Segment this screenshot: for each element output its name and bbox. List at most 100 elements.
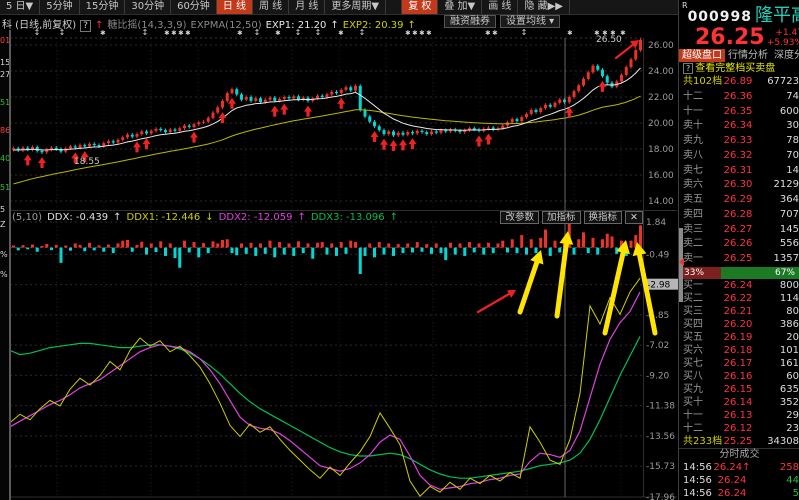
buy-row[interactable]: 买六26.18101 <box>679 344 799 357</box>
sell-row[interactable]: 卖一26.251357 <box>679 252 799 267</box>
left-strip-fragment: 27 <box>0 70 9 79</box>
sell-price: 26.29 <box>719 193 757 208</box>
buy-row[interactable]: 十二26.1223 <box>679 422 799 435</box>
chart-tool-0[interactable]: 复 权 <box>402 0 438 14</box>
sell-price: 26.30 <box>719 178 757 193</box>
buy-label: 买一 <box>683 279 719 292</box>
buy-row[interactable]: 买十26.14352 <box>679 396 799 409</box>
signal-mark-icon: ↕ <box>59 28 66 37</box>
view-all-link[interactable]: 查看完整档买卖盘 <box>695 63 775 74</box>
toolbar2-button-1[interactable]: 设置均线 ▾ <box>500 15 560 28</box>
view-all-row[interactable]: ?查看完整档买卖盘 <box>679 62 799 75</box>
buy-row[interactable]: 买五26.1920 <box>679 331 799 344</box>
buy-volume: 386 <box>757 318 799 331</box>
period-tab-2[interactable]: 15分钟 <box>80 0 126 14</box>
buy-price: 25.25 <box>719 435 757 448</box>
sell-label: 卖三 <box>683 223 719 238</box>
signal-mark-icon: ✱ <box>171 29 176 37</box>
buy-price: 26.17 <box>719 357 757 370</box>
sell-volume: 74 <box>757 90 799 105</box>
chart-tool-1[interactable]: 叠 加▼ <box>438 0 482 14</box>
period-tab-3[interactable]: 30分钟 <box>125 0 171 14</box>
sell-label: 卖一 <box>683 252 719 267</box>
ddx-header-seg-0: (5,10) <box>12 212 42 223</box>
stock-name: 隆平高科 <box>755 5 799 26</box>
sell-row[interactable]: 卖九26.3378 <box>679 134 799 149</box>
price-axis-label: 18.00 <box>648 145 674 155</box>
sell-row[interactable]: 卖七26.3114 <box>679 164 799 179</box>
buy-signal-arrow-icon <box>304 106 312 117</box>
quote-tab-2[interactable]: 深度分析 <box>771 49 799 62</box>
tick-time: 14:56 <box>683 461 713 474</box>
stock-code: 000998 <box>688 9 752 25</box>
help-icon[interactable]: ? <box>683 63 693 74</box>
ddx-button-1[interactable]: 加指标 <box>542 211 581 224</box>
ddx-axis-label: 1.84 <box>646 218 666 228</box>
sell-row[interactable]: 卖六26.302129 <box>679 178 799 193</box>
buy-row[interactable]: 买一26.24800 <box>679 279 799 292</box>
buy-order-book: 买一26.24800买二26.22114买三26.2180买四26.20386买… <box>679 279 799 448</box>
chart-tool-2[interactable]: 画 线 <box>482 0 518 14</box>
tick-time: 14:56 <box>683 487 713 500</box>
sell-row[interactable]: 卖四26.28707 <box>679 208 799 223</box>
app-window: 5 日▼5分钟15分钟30分钟60分钟日 线周 线月 线更多周期▼ 复 权叠 加… <box>0 0 799 500</box>
buy-row[interactable]: 共233档25.2534308 <box>679 435 799 448</box>
period-tab-1[interactable]: 5分钟 <box>40 0 79 14</box>
sell-price: 26.89 <box>719 75 757 90</box>
sell-ratio: 67% <box>721 267 799 279</box>
change-pct: +5.93% <box>767 38 799 48</box>
sell-row[interactable]: 卖五26.29364 <box>679 193 799 208</box>
buy-signal-arrow-icon <box>409 138 417 149</box>
chart-tool-3[interactable]: 隐 藏▶▶ <box>518 0 570 14</box>
ddx-header-seg-6: ↑ <box>297 212 305 223</box>
quote-tab-1[interactable]: 行情分析 <box>725 49 771 62</box>
sell-row[interactable]: 十一26.35600 <box>679 105 799 120</box>
close-icon[interactable]: ✕ <box>625 211 643 224</box>
buy-volume: 29 <box>757 409 799 422</box>
signal-mark-icon: ↕ <box>142 28 149 37</box>
buy-row[interactable]: 买九26.15635 <box>679 383 799 396</box>
sell-row[interactable]: 十二26.3674 <box>679 90 799 105</box>
period-tab-5[interactable]: 日 线 <box>217 0 253 14</box>
buy-price: 26.14 <box>719 396 757 409</box>
buy-signal-arrow-icon <box>24 154 32 165</box>
sell-volume: 600 <box>757 105 799 120</box>
price-axis-label: 26.00 <box>648 41 674 51</box>
buy-row[interactable]: 买四26.20386 <box>679 318 799 331</box>
period-tab-0[interactable]: 5 日▼ <box>0 0 40 14</box>
buy-price: 26.20 <box>719 318 757 331</box>
quote-tab-0[interactable]: 超级盘口 <box>679 49 725 62</box>
buy-price: 26.19 <box>719 331 757 344</box>
ddx-header-seg-1: DDX: -0.439 <box>47 212 108 223</box>
buy-price: 26.24 <box>719 279 757 292</box>
sell-label: 卖二 <box>683 237 719 252</box>
quote-panel: R000998隆平高科 26.25 +1.47 +5.93% 超级盘口行情分析深… <box>678 0 799 500</box>
buy-row[interactable]: 十一26.1329 <box>679 409 799 422</box>
buy-signal-arrow-icon <box>271 106 279 117</box>
ddx-button-0[interactable]: 改参数 <box>500 211 539 224</box>
buy-sell-ratio-bar: 33% 67% <box>679 267 799 279</box>
sell-row[interactable]: 共102档26.8967723 <box>679 75 799 90</box>
buy-row[interactable]: 买二26.22114 <box>679 292 799 305</box>
sell-row[interactable]: 卖十26.3430 <box>679 119 799 134</box>
main-chart[interactable]: ↕↕✱↕✱✱✱✱✱↕✱↕↕✱↕✱✱✱✱✱✱↕✱✱✱✱✱26.0024.0022.… <box>10 28 678 500</box>
sell-row[interactable]: 卖二26.26556 <box>679 237 799 252</box>
sell-row[interactable]: 卖三26.27145 <box>679 223 799 238</box>
period-tab-7[interactable]: 月 线 <box>289 0 325 14</box>
sell-volume: 14 <box>757 164 799 179</box>
buy-volume: 34308 <box>757 435 799 448</box>
buy-row[interactable]: 买三26.2180 <box>679 305 799 318</box>
period-tab-8[interactable]: 更多周期▼ <box>325 0 386 14</box>
buy-row[interactable]: 买七26.17161 <box>679 357 799 370</box>
period-tab-6[interactable]: 周 线 <box>253 0 289 14</box>
sell-label: 十二 <box>683 90 719 105</box>
toolbar: 5 日▼5分钟15分钟30分钟60分钟日 线周 线月 线更多周期▼ 复 权叠 加… <box>0 0 678 15</box>
signal-mark-icon: ✱ <box>567 29 572 37</box>
ddx-button-2[interactable]: 换指标 <box>584 211 623 224</box>
toolbar2-button-0[interactable]: 融资融券 <box>444 15 496 28</box>
sell-row[interactable]: 卖八26.3270 <box>679 149 799 164</box>
buy-label: 买七 <box>683 357 719 370</box>
buy-row[interactable]: 买八26.1660 <box>679 370 799 383</box>
left-strip-fragment: Z <box>0 220 9 229</box>
period-tab-4[interactable]: 60分钟 <box>171 0 217 14</box>
